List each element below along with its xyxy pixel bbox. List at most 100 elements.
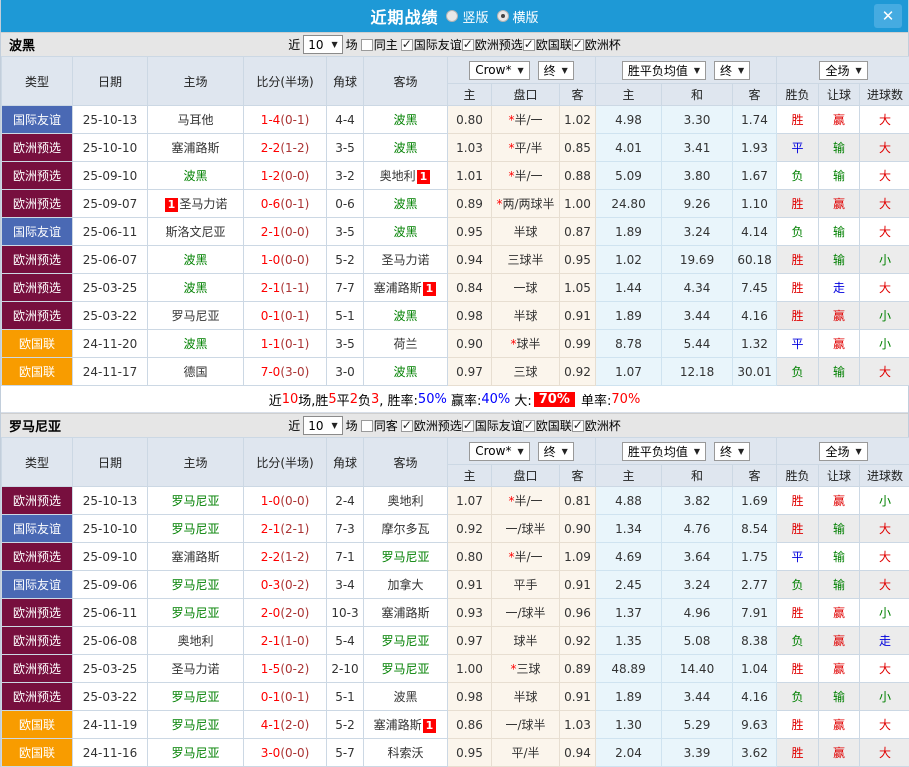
filter-checkbox[interactable]: 欧洲预选: [401, 417, 462, 434]
recent-count-select[interactable]: 10▼: [303, 416, 342, 435]
odds-home-cell: 0.98: [448, 683, 492, 711]
col-avg-home: 主: [596, 84, 662, 106]
team-name-text: 德国: [183, 365, 207, 379]
home-cell: 罗马尼亚: [148, 571, 244, 599]
match-type-cell: 欧洲预选: [2, 302, 73, 330]
corner-cell: 2-10: [327, 655, 364, 683]
col-avg-away: 客: [733, 465, 777, 487]
avg-dropdown[interactable]: 胜平负均值▼: [622, 442, 706, 461]
handicap-star: *: [508, 141, 514, 155]
checkbox-checked-icon: [523, 39, 535, 51]
layout-vertical-radio[interactable]: 竖版: [446, 7, 488, 26]
fulltime-dropdown[interactable]: 全场▼: [819, 61, 867, 80]
final-odds-dropdown[interactable]: 终▼: [538, 442, 574, 461]
avg-draw-cell: 4.96: [662, 599, 733, 627]
same-venue-checkbox[interactable]: 同客: [361, 417, 398, 434]
match-row: 欧洲预选25-10-13罗马尼亚1-0(0-0)2-4奥地利1.07*半/一0.…: [2, 487, 909, 515]
handicap-cell: 一/球半: [492, 599, 560, 627]
same-venue-checkbox[interactable]: 同主: [361, 36, 398, 53]
avg-draw-cell: 9.26: [662, 190, 733, 218]
date-cell: 25-10-13: [73, 487, 148, 515]
team-name-text: 奥地利: [380, 169, 416, 183]
avg-home-cell: 1.89: [596, 302, 662, 330]
handicap-result-cell: 输: [819, 543, 860, 571]
odds-home-cell: 0.97: [448, 627, 492, 655]
match-row: 欧洲预选25-09-10塞浦路斯2-2(1-2)7-1罗马尼亚0.80*半/一1…: [2, 543, 909, 571]
odds-away-cell: 0.88: [560, 162, 596, 190]
team-name-text: 罗马尼亚: [171, 606, 219, 620]
date-cell: 25-06-07: [73, 246, 148, 274]
final-avg-dropdown[interactable]: 终▼: [714, 61, 750, 80]
handicap-result-cell: 输: [819, 571, 860, 599]
odds-away-cell: 0.90: [560, 515, 596, 543]
result-cell: 胜: [777, 487, 819, 515]
handicap-cell: 半球: [492, 218, 560, 246]
filter-checkbox[interactable]: 国际友谊: [401, 36, 462, 53]
corner-cell: 5-4: [327, 627, 364, 655]
final-odds-dropdown[interactable]: 终▼: [538, 61, 574, 80]
match-row: 欧洲预选25-03-22罗马尼亚0-1(0-1)5-1波黑0.98半球0.911…: [2, 683, 909, 711]
score-cell: 7-0(3-0): [244, 358, 327, 386]
handicap-result-cell: 赢: [819, 655, 860, 683]
handicap-star: *: [508, 113, 514, 127]
result-cell: 负: [777, 627, 819, 655]
filter-checkbox[interactable]: 欧国联: [523, 36, 572, 53]
fulltime-group-header: 全场▼: [777, 438, 909, 465]
col-handicap: 盘口: [492, 84, 560, 106]
avg-draw-cell: 19.69: [662, 246, 733, 274]
goals-result-cell: 小: [860, 487, 909, 515]
avg-dropdown[interactable]: 胜平负均值▼: [622, 61, 706, 80]
filter-checkbox[interactable]: 欧洲预选: [462, 36, 523, 53]
recent-count-select[interactable]: 10▼: [303, 35, 342, 54]
match-row: 欧洲预选25-06-07波黑1-0(0-0)5-2圣马力诺0.94三球半0.95…: [2, 246, 909, 274]
summary-segment: 40%: [481, 392, 510, 407]
odds-home-cell: 0.92: [448, 515, 492, 543]
match-row: 欧洲预选25-06-11罗马尼亚2-0(2-0)10-3塞浦路斯0.93一/球半…: [2, 599, 909, 627]
filter-checkbox[interactable]: 欧国联: [523, 417, 572, 434]
col-goals: 进球数: [860, 465, 909, 487]
layout-horizontal-radio[interactable]: 横版: [497, 7, 539, 26]
handicap-result-cell: 输: [819, 515, 860, 543]
home-cell: 塞浦路斯: [148, 134, 244, 162]
date-cell: 24-11-20: [73, 330, 148, 358]
filter-checkbox[interactable]: 欧洲杯: [572, 417, 621, 434]
team-name-text: 波黑: [393, 141, 417, 155]
avg-home-cell: 8.78: [596, 330, 662, 358]
team-name-text: 波黑: [393, 113, 417, 127]
col-date: 日期: [73, 438, 148, 487]
summary-segment: 2: [350, 392, 358, 407]
close-button[interactable]: ✕: [874, 4, 902, 28]
date-cell: 24-11-17: [73, 358, 148, 386]
away-cell: 塞浦路斯: [364, 599, 448, 627]
bookmaker-dropdown[interactable]: Crow*▼: [469, 61, 529, 80]
goals-result-cell: 小: [860, 599, 909, 627]
team-filter-bar: 波黑 近 10▼ 场 同主 国际友谊欧洲预选欧国联欧洲杯: [1, 32, 908, 56]
checkbox-checked-icon: [401, 39, 413, 51]
corner-cell: 5-2: [327, 246, 364, 274]
home-cell: 波黑: [148, 274, 244, 302]
avg-draw-cell: 3.24: [662, 571, 733, 599]
fulltime-dropdown[interactable]: 全场▼: [819, 442, 867, 461]
odds-away-cell: 0.85: [560, 134, 596, 162]
bookmaker-dropdown[interactable]: Crow*▼: [469, 442, 529, 461]
handicap-result-cell: 输: [819, 218, 860, 246]
final-avg-dropdown[interactable]: 终▼: [714, 442, 750, 461]
team-name-text: 罗马尼亚: [381, 550, 429, 564]
chevron-down-icon: ▼: [517, 66, 523, 75]
checkbox-checked-icon: [462, 420, 474, 432]
odds-home-cell: 0.97: [448, 358, 492, 386]
summary-segment: 50%: [418, 392, 447, 407]
date-cell: 25-10-10: [73, 134, 148, 162]
filter-checkbox[interactable]: 欧洲杯: [572, 36, 621, 53]
chevron-down-icon: ▼: [738, 66, 744, 75]
avg-away-cell: 60.18: [733, 246, 777, 274]
handicap-result-cell: 赢: [819, 190, 860, 218]
team-name-text: 波黑: [183, 253, 207, 267]
col-let: 让球: [819, 465, 860, 487]
avg-draw-cell: 3.44: [662, 683, 733, 711]
team-name-text: 塞浦路斯: [374, 718, 422, 732]
filter-checkbox[interactable]: 国际友谊: [462, 417, 523, 434]
col-score: 比分(半场): [244, 57, 327, 106]
odds-away-cell: 1.02: [560, 106, 596, 134]
home-cell: 罗马尼亚: [148, 599, 244, 627]
